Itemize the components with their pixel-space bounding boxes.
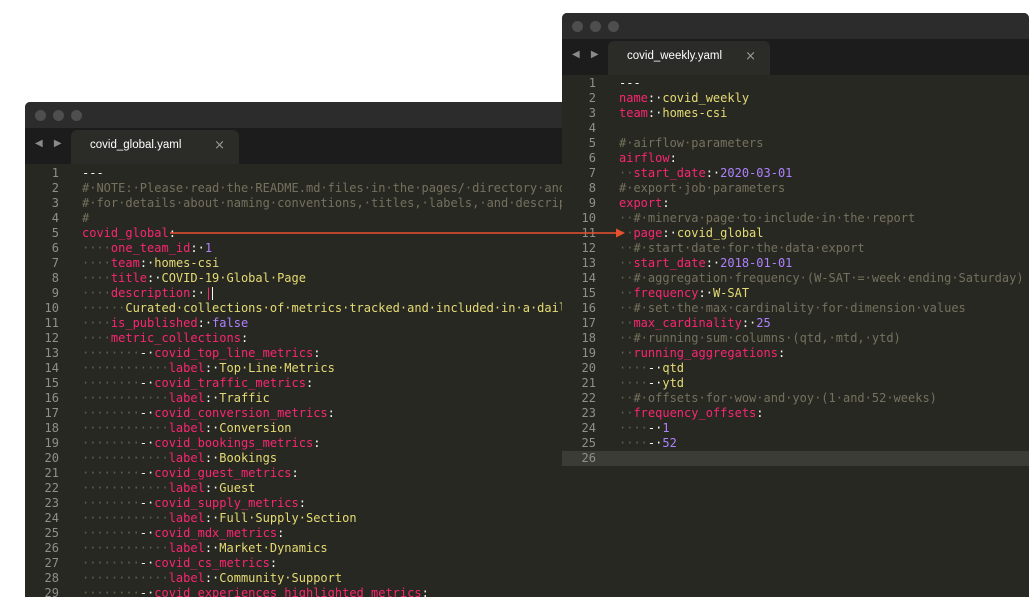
reference-arrow [170,228,625,238]
arrow-head-icon [616,228,625,238]
